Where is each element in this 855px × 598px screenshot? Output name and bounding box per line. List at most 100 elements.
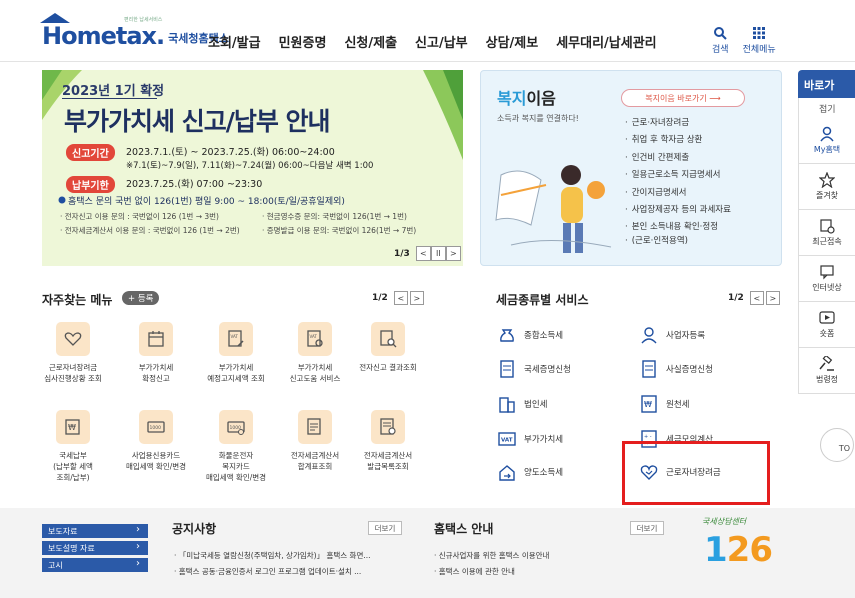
quick-internet-consult[interactable]: 인터넷상	[798, 256, 855, 302]
cargo-card-icon: 1000	[219, 410, 253, 444]
tax-item-label: 종합소득세	[524, 331, 564, 341]
tax-item-corporate[interactable]: 법인세	[498, 395, 547, 413]
tax-item-biz-registration[interactable]: 사업자등록	[640, 326, 705, 344]
vat-help-icon: VAT	[298, 322, 332, 356]
notice-more-button[interactable]: 더보기	[368, 521, 402, 535]
due-badge: 납부기한	[66, 176, 115, 193]
quick-my-hometax[interactable]: My홈택	[798, 118, 855, 164]
search-label: 검색	[712, 45, 729, 55]
welfare-shortcut-button[interactable]: 복지이음 바로가기 ⟶	[621, 89, 745, 107]
quick-shortform[interactable]: 숏폼	[798, 302, 855, 348]
contact-detail-2: · 현금영수증 문의: 국번없이 126(1번 → 1번)	[262, 212, 407, 221]
notice-item[interactable]: 홈택스 공동·금융인증서 로그인 프로그램 업데이트·설치 ...	[174, 566, 414, 577]
tax-prev-button[interactable]: <	[749, 291, 764, 305]
calendar-icon	[139, 322, 173, 356]
welfare-item[interactable]: 간이지급명세서	[625, 185, 731, 202]
svg-text:VAT: VAT	[501, 438, 513, 444]
highlight-box	[622, 441, 770, 505]
vat-banner[interactable]: 2023년 1기 확정 부가가치세 신고/납부 안내 신고기간 2023.7.1…	[42, 70, 463, 266]
freq-item-biz-card[interactable]: 1000 사업용신용카드 매입세액 확인/변경	[113, 410, 199, 472]
gnb-item-agent[interactable]: 세무대리/납세관리	[556, 32, 656, 51]
freq-item-eitc-status[interactable]: 근로자녀장려금 심사진행상황 조회	[30, 322, 116, 384]
all-menu-button[interactable]: 전체메뉴	[743, 26, 776, 55]
svg-text:₩: ₩	[644, 400, 652, 409]
banner-pause-button[interactable]: II	[430, 246, 446, 261]
frequent-prev-button[interactable]: <	[393, 291, 408, 305]
invoice-list-icon	[371, 410, 405, 444]
gnb-item-apply[interactable]: 신청/제출	[344, 32, 397, 51]
freq-item-cargo-card[interactable]: 1000 화물운전자 복지카드 매입세액 확인/변경	[193, 410, 279, 483]
quick-favorites[interactable]: 즐겨찾	[798, 164, 855, 210]
banner-next-button[interactable]: >	[445, 246, 461, 261]
grid-icon	[753, 27, 766, 39]
header-tools: 검색 전체메뉴	[712, 26, 776, 55]
call-center-banner[interactable]: 국세상담센터 126	[700, 508, 780, 598]
invoice-icon	[298, 410, 332, 444]
tax-item-label: 부가가치세	[524, 435, 564, 445]
tax-item-withholding[interactable]: ₩ 원천세	[640, 395, 689, 413]
call-center-label: 국세상담센터	[702, 517, 747, 526]
freq-item-label: 부가가치세 예정고지세액 조회	[207, 363, 265, 383]
welfare-title-a: 복지	[497, 89, 527, 108]
press-explanation-link[interactable]: 보도설명 자료	[42, 541, 148, 555]
withholding-doc-icon: ₩	[641, 395, 657, 413]
welfare-item[interactable]: 근로·자녀장려금	[625, 115, 731, 132]
guide-item[interactable]: 신규사업자를 위한 홈택스 이용안내	[434, 550, 664, 561]
tax-next-button[interactable]: >	[765, 291, 780, 305]
press-release-link[interactable]: 보도자료	[42, 524, 148, 538]
frequent-menu-register-button[interactable]: + 등록	[122, 291, 160, 305]
freq-item-efile-result[interactable]: 전자신고 결과조회	[345, 322, 431, 373]
hometax-logo[interactable]: Hometax. 국세청홈택스 편리한 납세서비스	[40, 13, 229, 50]
guide-more-button[interactable]: 더보기	[630, 521, 664, 535]
quick-item-label: 숏폼	[819, 329, 835, 338]
contact-text: 홈택스 문의 국번 없이 126(1번) 평일 9:00 ~ 18:00(토/일…	[68, 197, 345, 207]
tax-item-label: 사업자등록	[666, 331, 706, 341]
gnb-item-inquiry[interactable]: 조회/발급	[208, 32, 261, 51]
gnb-item-certificate[interactable]: 민원증명	[279, 32, 327, 51]
tax-item-fact-cert[interactable]: 사실증명신청	[640, 360, 713, 378]
welfare-title-b: 이음	[526, 89, 556, 108]
chat-icon	[820, 265, 834, 280]
welfare-subtitle: 소득과 복지를 연결하다!	[497, 114, 579, 123]
person-icon	[820, 126, 834, 142]
svg-text:₩: ₩	[68, 423, 76, 432]
notice-title: 공지사항	[172, 522, 217, 536]
freq-item-vat-final[interactable]: 부가가치세 확정신고	[113, 322, 199, 384]
welfare-item[interactable]: 사업장제공자 등의 과세자료	[625, 202, 731, 219]
vat-document-icon: VAT	[219, 322, 253, 356]
freq-item-einvoice-list[interactable]: 전자세금계산서 발급목록조회	[345, 410, 431, 472]
svg-text:1000: 1000	[150, 425, 162, 431]
welfare-item[interactable]: 일용근로소득 지급명세서	[625, 167, 731, 184]
quick-recent[interactable]: 최근접속	[798, 210, 855, 256]
notice-item[interactable]: 「미납국세등 열람신청(주택임차, 상가임차)」 홈택스 화면...	[174, 550, 414, 561]
gnb-item-report[interactable]: 신고/납부	[415, 32, 468, 51]
tax-item-capital-gains[interactable]: 양도소득세	[498, 463, 563, 481]
freq-item-vat-notice[interactable]: VAT 부가가치세 예정고지세액 조회	[193, 322, 279, 384]
banner-prev-button[interactable]: <	[415, 246, 431, 261]
star-icon	[819, 172, 835, 188]
search-button[interactable]: 검색	[712, 26, 729, 55]
gnb-item-consult[interactable]: 상담/제보	[486, 32, 539, 51]
freq-item-tax-payment[interactable]: ₩ 국세납부 (납부할 세액 조회/납부)	[30, 410, 116, 483]
welfare-item[interactable]: 취업 후 학자금 상환	[625, 132, 731, 149]
header: Hometax. 국세청홈택스 편리한 납세서비스 조회/발급 민원증명 신청/…	[0, 0, 855, 62]
frequent-menu-pager: 1/2 < >	[372, 291, 424, 305]
scroll-top-button[interactable]: TO	[820, 428, 854, 462]
guide-item[interactable]: 홈택스 이용에 관한 안내	[434, 566, 664, 577]
tax-item-label: 국세증명신청	[524, 365, 571, 375]
arrow-right-icon: ⟶	[709, 93, 721, 103]
tax-item-cert-apply[interactable]: 국세증명신청	[498, 360, 571, 378]
quick-law[interactable]: 법령정	[798, 348, 855, 394]
freq-item-label: 전자신고 결과조회	[359, 363, 417, 372]
search-document-icon	[371, 322, 405, 356]
tax-item-income[interactable]: 종합소득세	[498, 326, 563, 344]
welfare-item[interactable]: 인건비 간편제출	[625, 150, 731, 167]
quick-menu-fold-button[interactable]: 접기	[798, 98, 855, 118]
quick-menu: 바로가 접기 My홈택 즐겨찾 최근접속 인터넷상 숏폼 법령정	[798, 70, 855, 490]
frequent-next-button[interactable]: >	[409, 291, 424, 305]
freq-item-label: 화물운전자 복지카드 매입세액 확인/변경	[205, 451, 267, 482]
notice-gosi-link[interactable]: 고시	[42, 558, 148, 572]
banner-controls: 1/3 < II >	[394, 246, 461, 261]
quick-menu-title: 바로가	[798, 70, 855, 98]
tax-item-vat[interactable]: VAT 부가가치세	[498, 430, 563, 448]
